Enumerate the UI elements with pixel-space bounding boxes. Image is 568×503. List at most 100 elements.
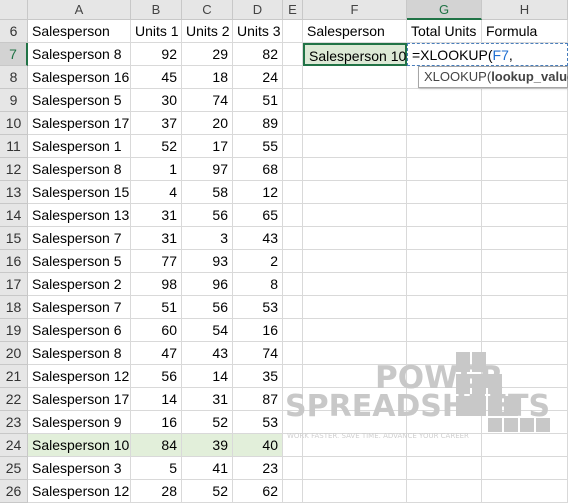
cell-e[interactable]	[283, 296, 303, 319]
salesperson-cell[interactable]: Salesperson 15	[28, 181, 131, 204]
cell-h[interactable]	[482, 342, 568, 365]
units-2-cell[interactable]: 20	[182, 112, 233, 135]
header-units-2[interactable]: Units 2	[182, 20, 233, 43]
cell-g[interactable]	[407, 388, 482, 411]
cell-g[interactable]	[407, 480, 482, 503]
units-1-cell[interactable]: 52	[131, 135, 182, 158]
units-3-cell[interactable]: 12	[233, 181, 283, 204]
cell-g[interactable]	[407, 411, 482, 434]
row-header[interactable]: 26	[0, 480, 28, 503]
units-2-cell[interactable]: 58	[182, 181, 233, 204]
cell-f[interactable]	[303, 250, 407, 273]
cell-f[interactable]	[303, 457, 407, 480]
units-3-cell[interactable]: 43	[233, 227, 283, 250]
column-header-d[interactable]: D	[233, 0, 283, 20]
salesperson-cell[interactable]: Salesperson 12	[28, 480, 131, 503]
units-2-cell[interactable]: 97	[182, 158, 233, 181]
units-1-cell[interactable]: 31	[131, 204, 182, 227]
cell-e[interactable]	[283, 227, 303, 250]
cell-g[interactable]	[407, 158, 482, 181]
row-header[interactable]: 12	[0, 158, 28, 181]
row-header[interactable]: 11	[0, 135, 28, 158]
row-header[interactable]: 21	[0, 365, 28, 388]
cell-e[interactable]	[283, 411, 303, 434]
header-total-units[interactable]: Total Units	[407, 20, 482, 43]
cell-f[interactable]	[303, 204, 407, 227]
units-3-cell[interactable]: 16	[233, 319, 283, 342]
cell-h[interactable]	[482, 480, 568, 503]
cell-g[interactable]	[407, 319, 482, 342]
cell-f[interactable]	[303, 112, 407, 135]
cell-g[interactable]	[407, 181, 482, 204]
salesperson-cell[interactable]: Salesperson 7	[28, 296, 131, 319]
units-2-cell[interactable]: 74	[182, 89, 233, 112]
units-3-cell[interactable]: 62	[233, 480, 283, 503]
units-1-cell[interactable]: 16	[131, 411, 182, 434]
header-salesperson[interactable]: Salesperson	[28, 20, 131, 43]
cell-g[interactable]	[407, 112, 482, 135]
units-3-cell[interactable]: 55	[233, 135, 283, 158]
cell-e[interactable]	[283, 319, 303, 342]
salesperson-cell[interactable]: Salesperson 9	[28, 411, 131, 434]
units-2-cell[interactable]: 52	[182, 411, 233, 434]
cell-f[interactable]	[303, 365, 407, 388]
cell-h[interactable]	[482, 227, 568, 250]
units-3-cell[interactable]: 82	[233, 43, 283, 66]
units-2-cell[interactable]: 31	[182, 388, 233, 411]
salesperson-cell[interactable]: Salesperson 8	[28, 43, 131, 66]
units-1-cell[interactable]: 92	[131, 43, 182, 66]
row-header[interactable]: 13	[0, 181, 28, 204]
salesperson-cell[interactable]: Salesperson 3	[28, 457, 131, 480]
units-1-cell[interactable]: 5	[131, 457, 182, 480]
cell-f[interactable]	[303, 158, 407, 181]
lookup-value-cell[interactable]: Salesperson 10	[303, 43, 407, 66]
row-header[interactable]: 14	[0, 204, 28, 227]
cell-h[interactable]	[482, 296, 568, 319]
cell-g[interactable]	[407, 135, 482, 158]
cell-e[interactable]	[283, 204, 303, 227]
cell-h[interactable]	[482, 365, 568, 388]
units-2-cell[interactable]: 43	[182, 342, 233, 365]
units-2-cell[interactable]: 14	[182, 365, 233, 388]
cell-e[interactable]	[283, 457, 303, 480]
salesperson-cell[interactable]: Salesperson 12	[28, 365, 131, 388]
units-1-cell[interactable]: 28	[131, 480, 182, 503]
cell-e[interactable]	[283, 434, 303, 457]
cell-h[interactable]	[482, 434, 568, 457]
units-1-cell[interactable]: 14	[131, 388, 182, 411]
row-header[interactable]: 25	[0, 457, 28, 480]
cell-g[interactable]	[407, 250, 482, 273]
units-3-cell[interactable]: 74	[233, 342, 283, 365]
units-1-cell[interactable]: 37	[131, 112, 182, 135]
cell-g[interactable]	[407, 227, 482, 250]
cell-e[interactable]	[283, 158, 303, 181]
cell-h[interactable]	[482, 135, 568, 158]
select-all-corner[interactable]	[0, 0, 28, 20]
units-3-cell[interactable]: 65	[233, 204, 283, 227]
salesperson-cell[interactable]: Salesperson 17	[28, 112, 131, 135]
cell-h[interactable]	[482, 204, 568, 227]
cell-e6[interactable]	[283, 20, 303, 43]
units-3-cell[interactable]: 40	[233, 434, 283, 457]
cell-e[interactable]	[283, 273, 303, 296]
row-header[interactable]: 19	[0, 319, 28, 342]
salesperson-cell[interactable]: Salesperson 5	[28, 89, 131, 112]
cell-h[interactable]	[482, 112, 568, 135]
row-header[interactable]: 16	[0, 250, 28, 273]
cell-h[interactable]	[482, 250, 568, 273]
cell-g[interactable]	[407, 365, 482, 388]
units-1-cell[interactable]: 56	[131, 365, 182, 388]
units-1-cell[interactable]: 1	[131, 158, 182, 181]
cell-f[interactable]	[303, 227, 407, 250]
units-1-cell[interactable]: 30	[131, 89, 182, 112]
salesperson-cell[interactable]: Salesperson 8	[28, 342, 131, 365]
salesperson-cell[interactable]: Salesperson 8	[28, 158, 131, 181]
units-3-cell[interactable]: 2	[233, 250, 283, 273]
units-1-cell[interactable]: 45	[131, 66, 182, 89]
units-3-cell[interactable]: 53	[233, 296, 283, 319]
formula-cell-editing[interactable]: =XLOOKUP(F7,	[407, 43, 568, 66]
row-header[interactable]: 10	[0, 112, 28, 135]
cell-h[interactable]	[482, 158, 568, 181]
units-3-cell[interactable]: 23	[233, 457, 283, 480]
cell-f[interactable]	[303, 411, 407, 434]
